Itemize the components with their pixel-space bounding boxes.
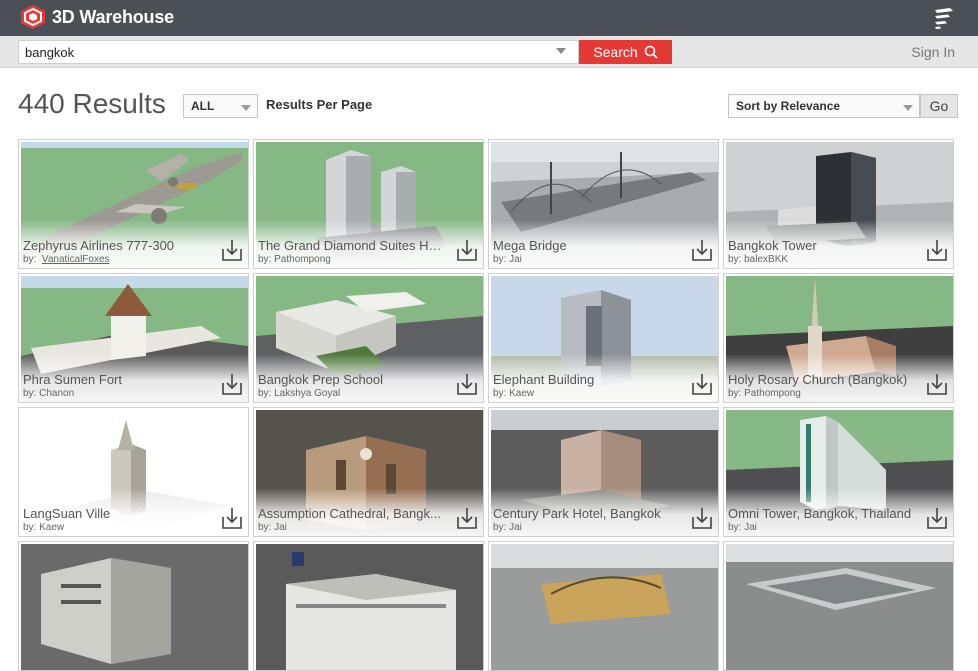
author-link[interactable]: VanaticalFoxes: [42, 254, 110, 265]
author-link[interactable]: Pathompong: [744, 388, 801, 399]
model-author: by: Kaew: [23, 522, 65, 533]
model-author: by: Kaew: [493, 388, 535, 399]
model-card[interactable]: Zephyrus Airlines 777-300 by: VanaticalF…: [18, 139, 249, 269]
model-card[interactable]: The Grand Diamond Suites Hotel by: Patho…: [253, 139, 484, 269]
download-icon[interactable]: [691, 238, 713, 262]
model-thumbnail[interactable]: [726, 544, 953, 670]
model-author: by: Pathompong: [258, 254, 331, 265]
model-title[interactable]: Mega Bridge: [493, 238, 683, 253]
model-title[interactable]: Phra Sumen Fort: [23, 372, 213, 387]
download-icon[interactable]: [221, 372, 243, 396]
model-author: by: Jai: [493, 522, 522, 533]
model-author: by: Lakshya Goyal: [258, 388, 341, 399]
search-button-label: Search: [593, 44, 638, 60]
search-bar: Search Sign In: [0, 36, 978, 68]
chevron-down-icon[interactable]: [556, 48, 566, 54]
model-thumbnail[interactable]: [491, 544, 718, 670]
model-card[interactable]: Mega Bridge by: Jai: [488, 139, 719, 269]
author-link[interactable]: Kaew: [39, 522, 64, 533]
model-card[interactable]: Phra Sumen Fort by: Chanon: [18, 273, 249, 403]
per-page-label: Results Per Page: [266, 97, 373, 112]
model-card[interactable]: [723, 541, 954, 671]
model-card[interactable]: [253, 541, 484, 671]
per-page-value: ALL: [191, 99, 215, 113]
model-title[interactable]: Omni Tower, Bangkok, Thailand: [728, 506, 918, 521]
model-author: by: Jai: [493, 254, 522, 265]
download-icon[interactable]: [456, 506, 478, 530]
author-link[interactable]: Jai: [509, 254, 522, 265]
model-card[interactable]: Holy Rosary Church (Bangkok) by: Pathomp…: [723, 273, 954, 403]
model-author: by: balexBKK: [728, 254, 789, 265]
search-button[interactable]: Search: [579, 40, 672, 64]
download-icon[interactable]: [691, 506, 713, 530]
model-title[interactable]: Elephant Building: [493, 372, 683, 387]
search-icon: [644, 45, 658, 59]
author-link[interactable]: Jai: [274, 522, 287, 533]
go-button[interactable]: Go: [920, 94, 958, 118]
model-thumbnail[interactable]: [256, 544, 483, 670]
sort-select[interactable]: Sort by Relevance: [728, 94, 920, 118]
chevron-down-icon: [241, 105, 251, 111]
model-title[interactable]: Zephyrus Airlines 777-300: [23, 238, 213, 253]
warehouse-logo-icon: [21, 5, 45, 29]
model-title[interactable]: Holy Rosary Church (Bangkok): [728, 372, 918, 387]
author-link[interactable]: Kaew: [509, 388, 534, 399]
author-link[interactable]: balexBKK: [744, 254, 788, 265]
model-title[interactable]: The Grand Diamond Suites Hotel: [258, 238, 448, 253]
model-card[interactable]: LangSuan Ville by: Kaew: [18, 407, 249, 537]
model-thumbnail[interactable]: [21, 544, 248, 670]
model-title[interactable]: Assumption Cathedral, Bangk...: [258, 506, 448, 521]
download-icon[interactable]: [456, 238, 478, 262]
logo[interactable]: 3D Warehouse: [20, 4, 174, 30]
download-icon[interactable]: [926, 238, 948, 262]
model-card[interactable]: Bangkok Prep School by: Lakshya Goyal: [253, 273, 484, 403]
search-input[interactable]: [18, 40, 579, 64]
model-title[interactable]: Bangkok Prep School: [258, 372, 448, 387]
model-title[interactable]: LangSuan Ville: [23, 506, 213, 521]
model-card[interactable]: [488, 541, 719, 671]
model-author: by: Pathompong: [728, 388, 801, 399]
author-link[interactable]: Jai: [509, 522, 522, 533]
download-icon[interactable]: [926, 372, 948, 396]
top-bar: 3D Warehouse: [0, 0, 978, 36]
author-link[interactable]: Chanon: [39, 388, 74, 399]
model-card[interactable]: Omni Tower, Bangkok, Thailand by: Jai: [723, 407, 954, 537]
brand-name: 3D Warehouse: [52, 6, 174, 27]
hamburger-menu-icon[interactable]: [932, 6, 956, 30]
download-icon[interactable]: [221, 506, 243, 530]
sort-value: Sort by Relevance: [736, 99, 841, 113]
model-author: by: Jai: [258, 522, 287, 533]
model-author: by: VanaticalFoxes: [23, 254, 110, 265]
download-icon[interactable]: [691, 372, 713, 396]
download-icon[interactable]: [926, 506, 948, 530]
author-link[interactable]: Lakshya Goyal: [274, 388, 340, 399]
model-card[interactable]: Century Park Hotel, Bangkok by: Jai: [488, 407, 719, 537]
model-title[interactable]: Century Park Hotel, Bangkok: [493, 506, 683, 521]
sign-in-link[interactable]: Sign In: [911, 44, 955, 60]
model-author: by: Jai: [728, 522, 757, 533]
download-icon[interactable]: [456, 372, 478, 396]
results-per-page-select[interactable]: ALL: [183, 94, 258, 118]
model-title[interactable]: Bangkok Tower: [728, 238, 918, 253]
chevron-down-icon: [903, 105, 913, 111]
model-author: by: Chanon: [23, 388, 75, 399]
download-icon[interactable]: [221, 238, 243, 262]
model-card[interactable]: Assumption Cathedral, Bangk... by: Jai: [253, 407, 484, 537]
results-count: 440 Results: [18, 88, 166, 119]
model-card[interactable]: [18, 541, 249, 671]
author-link[interactable]: Pathompong: [274, 254, 331, 265]
author-link[interactable]: Jai: [744, 522, 757, 533]
model-card[interactable]: Bangkok Tower by: balexBKK: [723, 139, 954, 269]
model-card[interactable]: Elephant Building by: Kaew: [488, 273, 719, 403]
